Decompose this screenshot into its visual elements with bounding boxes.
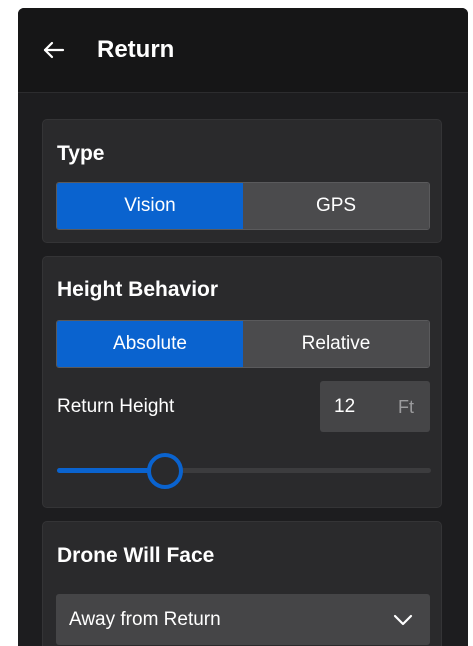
drone-face-card: Drone Will Face Away from Return [42, 521, 442, 646]
type-title: Type [57, 142, 105, 165]
return-settings-panel: Return Type Vision GPS Height Behavior A… [18, 8, 468, 646]
slider-thumb[interactable] [147, 453, 183, 489]
arrow-left-icon [43, 41, 65, 59]
type-segmented-control: Vision GPS [56, 182, 430, 230]
drone-face-dropdown[interactable]: Away from Return [56, 594, 430, 645]
header-bar: Return [18, 8, 468, 93]
height-behavior-segmented-control: Absolute Relative [56, 320, 430, 368]
height-option-relative[interactable]: Relative [243, 321, 429, 367]
type-option-vision[interactable]: Vision [57, 183, 243, 229]
return-height-value: 12 [334, 396, 356, 417]
height-option-absolute[interactable]: Absolute [57, 321, 243, 367]
return-height-input[interactable]: 12 Ft [320, 381, 430, 432]
height-behavior-title: Height Behavior [57, 278, 219, 301]
return-height-slider[interactable] [57, 453, 431, 489]
chevron-down-icon [393, 614, 413, 626]
type-card: Type Vision GPS [42, 119, 442, 243]
drone-face-title: Drone Will Face [57, 544, 215, 567]
return-height-label: Return Height [57, 396, 175, 417]
page-title: Return [97, 36, 175, 63]
type-option-gps[interactable]: GPS [243, 183, 429, 229]
back-button[interactable] [40, 36, 68, 64]
return-height-unit: Ft [398, 397, 414, 417]
drone-face-selected-value: Away from Return [69, 609, 221, 630]
height-behavior-card: Height Behavior Absolute Relative Return… [42, 256, 442, 508]
